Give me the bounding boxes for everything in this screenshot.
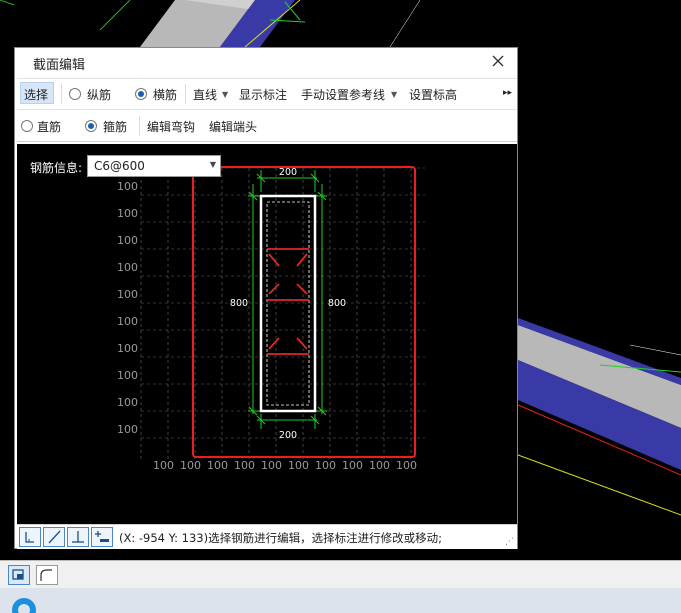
dialog-title: 截面编辑: [33, 58, 86, 73]
dim-top: 200: [279, 167, 297, 178]
line-dropdown[interactable]: 直线: [193, 86, 217, 103]
grid-label-bottom: 100: [342, 459, 363, 472]
grid-label-bottom: 100: [234, 459, 255, 472]
close-icon[interactable]: [489, 52, 507, 70]
grid-label-left: 100: [117, 423, 138, 436]
status-bar: (X: -954 Y: 133)选择钢筋进行编辑，选择标注进行修改或移动; ⋰: [17, 524, 517, 549]
transverse-radio[interactable]: [135, 88, 147, 100]
status-text: (X: -954 Y: 133)选择钢筋进行编辑，选择标注进行修改或移动;: [119, 531, 442, 545]
dialog-titlebar[interactable]: 截面编辑: [15, 48, 517, 76]
grid-label-left: 100: [117, 315, 138, 328]
manual-ref-line-dropdown[interactable]: 手动设置参考线: [301, 86, 385, 103]
add-dimension-icon[interactable]: [91, 527, 113, 547]
taskbar: [0, 588, 681, 613]
toolbar-row-2: 直筋 箍筋 编辑弯钩 编辑端头: [17, 111, 517, 142]
steel-info-label: 钢筋信息:: [30, 161, 83, 175]
grid-label-bottom: 100: [369, 459, 390, 472]
perpendicular-snap-icon[interactable]: [67, 527, 89, 547]
resize-grip-icon[interactable]: ⋰: [505, 537, 514, 547]
arc-tool-icon[interactable]: [36, 565, 58, 585]
stirrup-outline: [259, 194, 317, 413]
chevron-down-icon[interactable]: ▼: [210, 160, 216, 169]
stirrup-radio[interactable]: [85, 120, 97, 132]
edit-hook-button[interactable]: 编辑弯钩: [147, 118, 195, 135]
steel-info-value: C6@600: [94, 159, 145, 173]
grid-label-bottom: 100: [288, 459, 309, 472]
app-logo-icon[interactable]: [4, 588, 44, 613]
drawing-canvas[interactable]: 100 100 100 100 100 100 100 100 100 100 100 100 100…: [17, 144, 517, 524]
longitudinal-label[interactable]: 纵筋: [87, 86, 111, 103]
set-elevation-button[interactable]: 设置标高: [409, 86, 457, 103]
chevron-down-icon[interactable]: ▼: [391, 90, 397, 99]
dim-bottom: 200: [279, 430, 297, 441]
more-icon[interactable]: ▸▸: [503, 88, 512, 98]
grid-label-left: 100: [117, 180, 138, 193]
transverse-label[interactable]: 横筋: [153, 86, 177, 103]
grid-label-left: 100: [117, 396, 138, 409]
steel-info-select[interactable]: C6@600 ▼: [87, 155, 221, 177]
app-bottom-toolbar: [0, 560, 681, 589]
grid-label-bottom: 100: [153, 459, 174, 472]
toolbar-row-1: 选择 纵筋 横筋 直线 ▼ 显示标注 手动设置参考线 ▼ 设置标高 ▸▸: [17, 78, 517, 110]
longitudinal-radio[interactable]: [69, 88, 81, 100]
grid-label-left: 100: [117, 234, 138, 247]
dim-right: 800: [328, 298, 346, 309]
view-icon[interactable]: [8, 565, 30, 585]
highlight-box: [192, 166, 416, 458]
select-button-label: 选择: [24, 88, 49, 102]
grid-label-bottom: 100: [207, 459, 228, 472]
dim-left: 800: [230, 298, 248, 309]
grid-label-left: 100: [117, 207, 138, 220]
line-snap-icon[interactable]: [43, 527, 65, 547]
grid-label-left: 100: [117, 342, 138, 355]
show-annotation-button[interactable]: 显示标注: [239, 86, 287, 103]
grid-label-bottom: 100: [315, 459, 336, 472]
chevron-down-icon[interactable]: ▼: [222, 90, 228, 99]
grid-label-bottom: 100: [396, 459, 417, 472]
section-drawing[interactable]: 100 100 100 100 100 100 100 100 100 100 100 100 100…: [17, 144, 517, 524]
straight-radio[interactable]: [21, 120, 33, 132]
grid-label-left: 100: [117, 369, 138, 382]
ortho-snap-icon[interactable]: [19, 527, 41, 547]
grid-label-bottom: 100: [180, 459, 201, 472]
straight-label[interactable]: 直筋: [37, 118, 61, 135]
edit-end-button[interactable]: 编辑端头: [209, 118, 257, 135]
grid-label-bottom: 100: [261, 459, 282, 472]
grid-label-left: 100: [117, 288, 138, 301]
grid-label-left: 100: [117, 261, 138, 274]
stirrup-label[interactable]: 箍筋: [103, 118, 127, 135]
section-edit-dialog: 截面编辑 选择 纵筋 横筋 直线 ▼ 显示标注 手动设置参考线 ▼ 设置标高 ▸…: [14, 47, 518, 549]
